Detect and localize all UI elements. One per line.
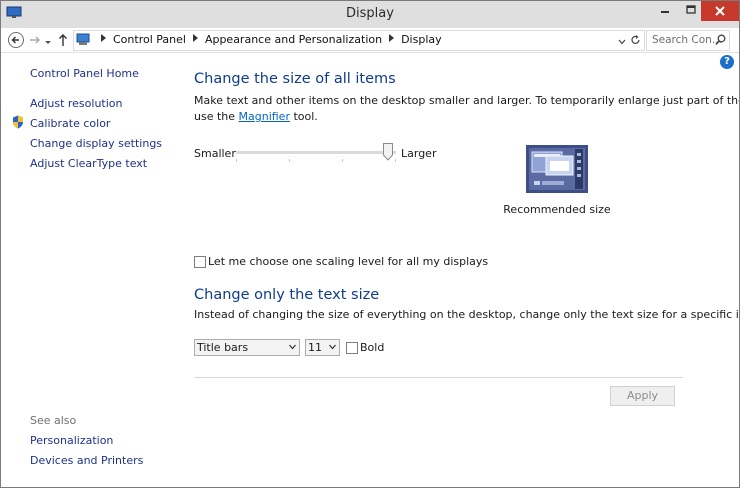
scaling-checkbox[interactable]	[194, 256, 206, 268]
see-also-heading: See also	[30, 414, 77, 427]
back-button[interactable]	[8, 32, 24, 48]
breadcrumb-separator-icon	[192, 34, 198, 42]
help-button[interactable]: ?	[720, 55, 734, 69]
breadcrumb-appearance[interactable]: Appearance and Personalization	[205, 33, 382, 46]
refresh-icon[interactable]	[630, 34, 641, 46]
breadcrumb-display[interactable]: Display	[401, 33, 442, 46]
item-select[interactable]: Title bars	[194, 339, 300, 356]
size-description-text: tool.	[289, 110, 318, 123]
breadcrumb-separator-icon	[101, 34, 106, 42]
minimize-icon	[661, 11, 669, 13]
font-size-select[interactable]: 11	[305, 339, 340, 356]
apply-button[interactable]: Apply	[610, 386, 675, 406]
size-description-line: use the Magnifier tool.	[194, 109, 739, 125]
address-dropdown-icon[interactable]	[618, 36, 626, 45]
address-row: Control Panel Appearance and Personalizat…	[1, 28, 739, 53]
bold-checkbox[interactable]	[346, 342, 358, 354]
close-button[interactable]	[701, 1, 739, 21]
window-title: Display	[346, 6, 394, 21]
sidebar-item-personalization[interactable]: Personalization	[30, 434, 113, 447]
display-preview-image	[526, 145, 588, 193]
maximize-button[interactable]	[677, 1, 704, 20]
search-icon[interactable]	[715, 34, 726, 46]
back-arrow-icon	[11, 36, 19, 44]
size-heading: Change the size of all items	[194, 71, 396, 87]
recent-locations-button[interactable]	[44, 36, 52, 44]
slider-max-label: Larger	[401, 147, 437, 160]
title-bar: Display	[1, 1, 739, 28]
shield-icon	[12, 115, 24, 129]
control-panel-icon	[76, 33, 90, 46]
sidebar: Control Panel Home Adjust resolution Cal…	[1, 53, 176, 487]
preview-caption: Recommended size	[503, 203, 611, 216]
sidebar-item-adjust-cleartype[interactable]: Adjust ClearType text	[30, 157, 147, 170]
help-icon: ?	[724, 56, 730, 67]
size-description-line: Make text and other items on the desktop…	[194, 94, 740, 107]
divider	[194, 377, 683, 378]
display-window: Display Control Panel Appearance and Per…	[0, 0, 740, 488]
chevron-down-icon	[329, 344, 336, 350]
font-size-select-value: 11	[308, 341, 322, 354]
chevron-down-icon	[289, 344, 296, 350]
bold-checkbox-label[interactable]: Bold	[360, 341, 384, 354]
breadcrumb: Control Panel Appearance and Personalizat…	[94, 33, 442, 46]
size-slider-thumb[interactable]	[383, 143, 393, 161]
sidebar-item-devices-and-printers[interactable]: Devices and Printers	[30, 454, 143, 467]
breadcrumb-control-panel[interactable]: Control Panel	[113, 33, 186, 46]
sidebar-item-calibrate-color[interactable]: Calibrate color	[30, 117, 110, 130]
size-description-text: use the	[194, 110, 239, 123]
breadcrumb-separator-icon	[389, 34, 395, 42]
size-description: Make text and other items on the desktop…	[194, 93, 740, 125]
maximize-icon	[685, 5, 696, 14]
item-select-value: Title bars	[197, 341, 249, 354]
forward-arrow-icon	[30, 36, 40, 44]
forward-button[interactable]	[28, 32, 42, 48]
sidebar-item-control-panel-home[interactable]: Control Panel Home	[30, 67, 139, 80]
scaling-checkbox-label[interactable]: Let me choose one scaling level for all …	[208, 255, 488, 268]
search-input[interactable]: Search Con...	[646, 30, 730, 51]
address-box[interactable]: Control Panel Appearance and Personalizat…	[73, 30, 645, 51]
minimize-button[interactable]	[651, 1, 678, 20]
slider-ticks	[236, 159, 396, 162]
sidebar-item-adjust-resolution[interactable]: Adjust resolution	[30, 97, 123, 110]
slider-min-label: Smaller	[194, 147, 236, 160]
chevron-down-icon	[45, 41, 51, 44]
up-button[interactable]	[57, 32, 69, 48]
sidebar-item-change-display-settings[interactable]: Change display settings	[30, 137, 162, 150]
size-slider-track[interactable]	[236, 151, 396, 154]
magnifier-link[interactable]: Magnifier	[239, 110, 290, 123]
close-icon	[715, 6, 725, 16]
text-size-description: Instead of changing the size of everythi…	[194, 308, 740, 321]
up-arrow-icon	[59, 34, 67, 46]
text-size-heading: Change only the text size	[194, 287, 380, 303]
search-placeholder: Search Con...	[652, 34, 722, 46]
